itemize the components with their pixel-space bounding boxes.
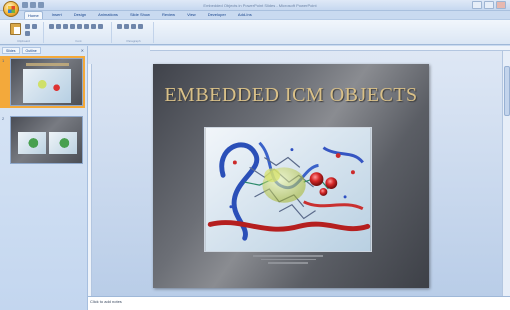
ribbon-tabs: Home Insert Design Animations Slide Show… (24, 11, 255, 19)
slide-title[interactable]: EMBEDDED ICM OBJECTS (153, 84, 429, 107)
slides-panel: Slides Outline ✕ 1 2 (0, 46, 88, 310)
ribbon: Clipboard Font Paragraph (0, 19, 510, 45)
slide-canvas[interactable]: EMBEDDED ICM OBJECTS (153, 64, 429, 288)
embedded-icm-object-image[interactable] (204, 127, 372, 252)
bullets-icon[interactable] (117, 24, 122, 29)
tab-developer[interactable]: Developer (205, 11, 229, 19)
minimize-button[interactable] (472, 1, 482, 9)
thumbnail-image (18, 132, 46, 154)
format-painter-icon[interactable] (25, 31, 30, 36)
tab-insert[interactable]: Insert (49, 11, 65, 19)
tab-animations[interactable]: Animations (95, 11, 121, 19)
thumbnail-image (23, 69, 71, 103)
paragraph-group: Paragraph (114, 22, 154, 43)
tab-add-ins[interactable]: Add-Ins (235, 11, 255, 19)
cut-icon[interactable] (25, 24, 30, 29)
clipboard-group: Clipboard (4, 22, 44, 43)
thumbnail-title (26, 63, 69, 66)
tab-review[interactable]: Review (159, 11, 178, 19)
close-icon[interactable]: ✕ (81, 48, 84, 53)
notes-pane[interactable]: Click to add notes (88, 296, 510, 310)
slide-number: 2 (2, 116, 5, 121)
selection-indicator (0, 56, 8, 108)
save-icon[interactable] (22, 2, 28, 8)
align-center-icon[interactable] (138, 24, 143, 29)
slide-number: 1 (2, 58, 5, 63)
undo-icon[interactable] (30, 2, 36, 8)
shadow-icon[interactable] (77, 24, 82, 29)
vertical-ruler (88, 64, 92, 296)
strikethrough-icon[interactable] (70, 24, 75, 29)
paste-icon[interactable] (10, 23, 21, 35)
clipboard-small-icons (25, 24, 41, 36)
bold-icon[interactable] (49, 24, 54, 29)
underline-icon[interactable] (63, 24, 68, 29)
close-window-button[interactable] (496, 1, 506, 9)
tab-view[interactable]: View (184, 11, 199, 19)
font-group-label: Font (75, 39, 82, 43)
font-color-icon[interactable] (98, 24, 103, 29)
panel-tabs: Slides Outline (2, 47, 41, 54)
horizontal-ruler (150, 46, 510, 51)
paragraph-group-label: Paragraph (126, 39, 141, 43)
numbering-icon[interactable] (124, 24, 129, 29)
maximize-button[interactable] (484, 1, 494, 9)
copy-icon[interactable] (32, 24, 37, 29)
slide-workspace: EMBEDDED ICM OBJECTS (88, 46, 510, 296)
font-size-down-icon[interactable] (91, 24, 96, 29)
window-title: Embedded Objects in PowerPoint Slides - … (203, 3, 317, 8)
tab-slide-show[interactable]: Slide Show (127, 11, 153, 19)
tab-design[interactable]: Design (71, 11, 89, 19)
notes-placeholder[interactable]: Click to add notes (90, 299, 122, 304)
slide-thumbnail-1[interactable] (8, 56, 85, 108)
slide-caption-lines (248, 255, 328, 265)
clipboard-group-label: Clipboard (17, 39, 30, 43)
tab-home[interactable]: Home (24, 11, 43, 19)
redo-icon[interactable] (38, 2, 44, 8)
font-group: Font (46, 22, 112, 43)
scrollbar-thumb[interactable] (504, 66, 510, 116)
thumbnail-image (49, 132, 77, 154)
font-size-up-icon[interactable] (84, 24, 89, 29)
office-button[interactable] (3, 1, 19, 17)
font-icons (49, 24, 109, 29)
vertical-scrollbar[interactable] (502, 51, 510, 296)
office-button-icon (8, 6, 15, 13)
tab-slides[interactable]: Slides (2, 47, 20, 54)
quick-access-toolbar (22, 2, 44, 8)
tab-outline[interactable]: Outline (21, 47, 41, 54)
italic-icon[interactable] (56, 24, 61, 29)
paragraph-icons (117, 24, 151, 29)
title-bar: Embedded Objects in PowerPoint Slides - … (0, 0, 510, 11)
align-left-icon[interactable] (131, 24, 136, 29)
slide-thumbnail-2[interactable] (10, 116, 83, 164)
window-controls (472, 1, 506, 9)
